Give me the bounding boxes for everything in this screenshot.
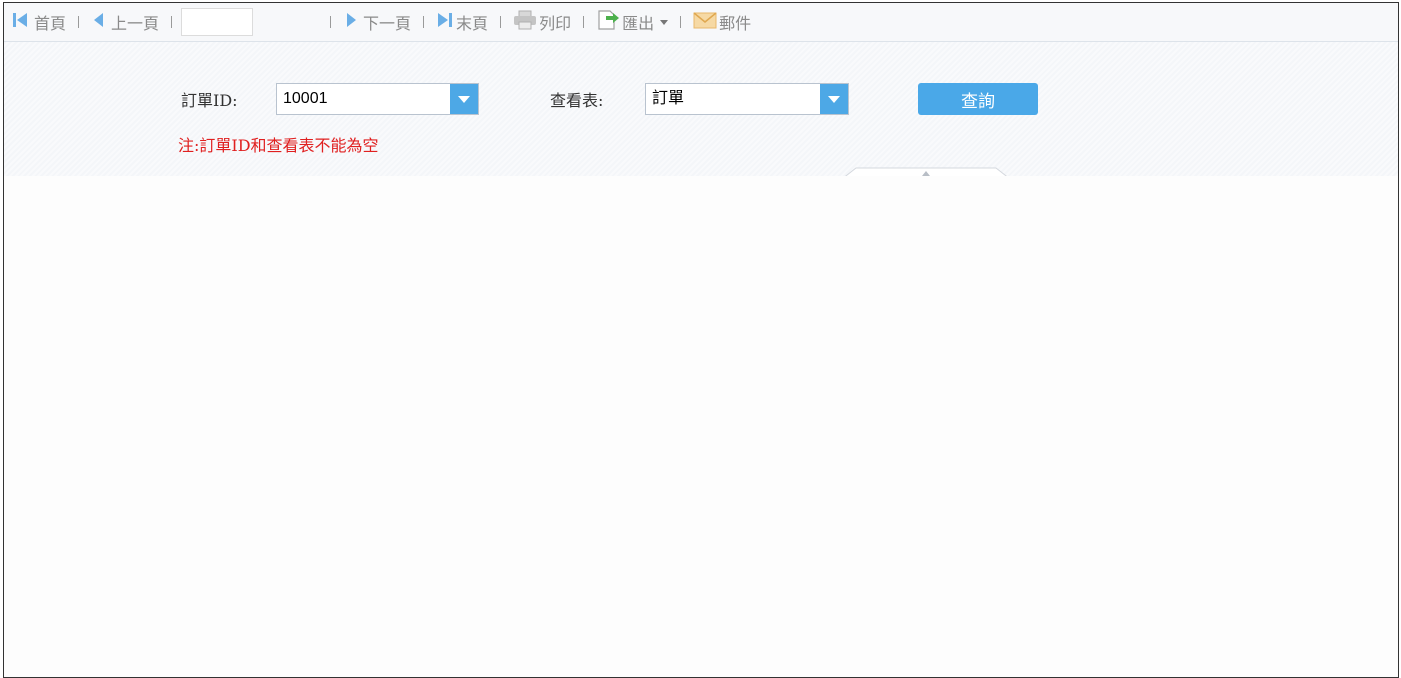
- printer-icon: [513, 10, 537, 34]
- prev-page-icon: [91, 11, 107, 33]
- collapse-panel-handle[interactable]: [840, 164, 1012, 180]
- report-viewer: 首頁 上一頁 下一頁 末頁 列印 匯出 郵件 訂單ID: 10001 查看表: …: [3, 2, 1399, 678]
- chevron-down-icon: [828, 95, 840, 103]
- prev-page-label: 上一頁: [111, 14, 160, 33]
- query-button[interactable]: 查詢: [918, 83, 1038, 115]
- order-id-value: 10001: [283, 90, 328, 107]
- first-page-label: 首頁: [34, 14, 67, 33]
- toolbar: 首頁 上一頁 下一頁 末頁 列印 匯出 郵件: [4, 3, 1398, 42]
- last-page-button[interactable]: 末頁: [433, 9, 491, 35]
- next-page-button[interactable]: 下一頁: [340, 9, 414, 35]
- toolbar-separator: [78, 16, 80, 28]
- toolbar-separator: [680, 16, 682, 28]
- export-button[interactable]: 匯出: [593, 9, 671, 35]
- toolbar-separator: [500, 16, 502, 28]
- last-page-label: 末頁: [456, 14, 489, 33]
- mail-button[interactable]: 郵件: [690, 9, 754, 35]
- chevron-down-icon: [660, 19, 669, 25]
- toolbar-separator: [171, 16, 173, 28]
- print-label: 列印: [539, 14, 572, 33]
- order-id-dropdown-button[interactable]: [450, 84, 478, 114]
- view-table-dropdown-button[interactable]: [820, 84, 848, 114]
- order-id-label: 訂單ID:: [181, 91, 238, 110]
- last-page-icon: [436, 11, 454, 33]
- toolbar-separator: [330, 16, 332, 28]
- mail-label: 郵件: [719, 14, 752, 33]
- export-icon: [596, 9, 620, 35]
- toolbar-separator: [423, 16, 425, 28]
- first-page-button[interactable]: 首頁: [9, 9, 69, 35]
- order-id-combo[interactable]: 10001: [276, 83, 479, 115]
- parameter-panel: 訂單ID: 10001 查看表: 訂單 查詢 注:訂單ID和查看表不能為空: [4, 42, 1398, 180]
- view-table-value: 訂單: [652, 90, 685, 107]
- mail-icon: [693, 11, 717, 33]
- validation-note: 注:訂單ID和查看表不能為空: [178, 136, 379, 155]
- view-table-combo[interactable]: 訂單: [645, 83, 849, 115]
- first-page-icon: [12, 11, 30, 33]
- export-label: 匯出: [622, 14, 655, 33]
- chevron-down-icon: [458, 95, 470, 103]
- print-button[interactable]: 列印: [510, 9, 574, 35]
- view-table-label: 查看表:: [550, 91, 604, 110]
- prev-page-button[interactable]: 上一頁: [88, 9, 162, 35]
- report-content-area: [4, 176, 1398, 677]
- toolbar-separator: [583, 16, 585, 28]
- next-page-icon: [343, 11, 359, 33]
- next-page-label: 下一頁: [363, 14, 412, 33]
- page-number-input[interactable]: [181, 8, 254, 36]
